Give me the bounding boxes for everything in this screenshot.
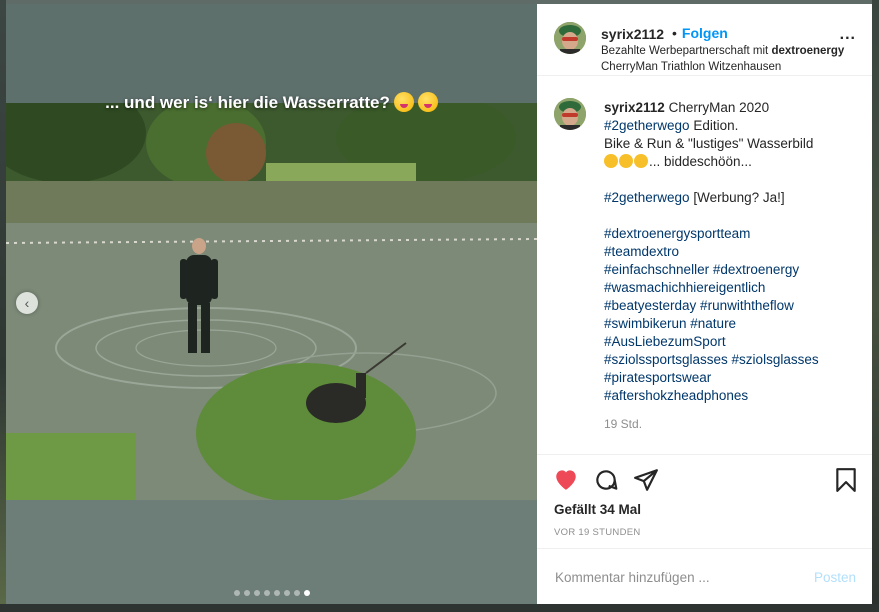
carousel-dot [263, 590, 270, 596]
carousel-dots [6, 583, 537, 601]
hashtag-link[interactable]: #swimbikerun #nature [604, 315, 864, 333]
carousel-dot [253, 590, 260, 596]
tongue-face-emoji-icon [417, 92, 438, 112]
background-bottom [0, 604, 879, 612]
comment-bubble-icon[interactable] [593, 467, 619, 498]
caption-text: [Werbung? Ja!] [689, 190, 785, 205]
zany-face-emoji-icon [393, 92, 414, 112]
caption-text: Edition. [689, 118, 739, 133]
thumbs-up-emoji-icon [634, 154, 648, 168]
add-comment-bar: Posten [537, 548, 872, 605]
caption-username[interactable]: syrix2112 [604, 100, 665, 115]
caption-line-6: #2getherwego [Werbung? Ja!] [604, 189, 864, 207]
caption-timestamp: 19 Std. [604, 417, 643, 431]
hashtag-link[interactable]: #beatyesterday #runwiththeflow [604, 297, 864, 315]
avatar-image [554, 98, 586, 130]
hashtag-link[interactable]: #dextroenergysportteam [604, 225, 864, 243]
carousel-dot [293, 590, 300, 596]
comment-input[interactable] [553, 569, 797, 586]
image-overlay-text: ... und wer is‘ hier die Wasserratte? [6, 92, 537, 113]
caption-line-3: Bike & Run & "lustiges" Wasserbild [604, 136, 814, 151]
hashtag-link[interactable]: #aftershokzheadphones [604, 387, 864, 405]
like-heart-icon[interactable] [553, 467, 579, 496]
post-header: syrix2112 • Folgen Bezahlte Werbepartners… [537, 4, 872, 76]
follow-button[interactable]: • Folgen [672, 25, 728, 41]
post-media: ... und wer is‘ hier die Wasserratte? ‹ [6, 4, 537, 604]
caption-line-1: syrix2112 CherryMan 2020 [604, 99, 864, 117]
hashtag-link[interactable]: #2getherwego [604, 190, 690, 205]
background-right [872, 0, 879, 612]
caption-avatar[interactable] [554, 98, 586, 130]
paid-partnership-prefix: Bezahlte Werbepartnerschaft mit [601, 45, 772, 57]
hashtag-link[interactable]: #einfachschneller #dextroenergy [604, 261, 864, 279]
hashtag-link[interactable]: #piratesportswear [604, 369, 864, 387]
avatar-image [554, 22, 586, 54]
post-photo [6, 103, 537, 500]
partner-link[interactable]: dextroenergy [771, 45, 844, 57]
overlay-caption: ... und wer is‘ hier die Wasserratte? [105, 93, 390, 112]
post-caption: syrix2112 CherryMan 2020 #2getherwego Ed… [604, 99, 864, 433]
paid-partnership-label: Bezahlte Werbepartnerschaft mit dextroen… [601, 45, 859, 57]
previous-image-button[interactable]: ‹ [16, 292, 38, 314]
avatar[interactable] [554, 22, 586, 54]
post-actions: Gefällt 34 Mal VOR 19 STUNDEN [537, 454, 872, 548]
photo-scene [6, 103, 537, 500]
hashtag-link[interactable]: #2getherwego [604, 118, 690, 133]
carousel-dot [243, 590, 250, 596]
post-side-panel: syrix2112 • Folgen Bezahlte Werbepartners… [537, 4, 872, 604]
follow-label: Folgen [681, 25, 728, 41]
post-comment-button[interactable]: Posten [814, 570, 856, 585]
carousel-dot-active [303, 590, 310, 596]
separator-dot: • [672, 25, 677, 41]
post-age: VOR 19 STUNDEN [554, 527, 641, 538]
caption-line-2: #2getherwego Edition. [604, 117, 864, 135]
carousel-dot [233, 590, 240, 596]
tongue-emoji-icon [604, 154, 618, 168]
hashtag-link[interactable]: #sziolssportsglasses #sziolsglasses [604, 351, 864, 369]
caption-text: ... biddeschöön... [649, 154, 752, 169]
carousel-dot [283, 590, 290, 596]
carousel-dot [273, 590, 280, 596]
laughing-emoji-icon [619, 154, 633, 168]
caption-text: CherryMan 2020 [664, 100, 770, 115]
more-options-icon[interactable]: ... [840, 26, 856, 44]
post-location[interactable]: CherryMan Triathlon Witzenhausen [601, 61, 781, 73]
hashtag-link[interactable]: #wasmachichhiereigentlich [604, 279, 864, 297]
hashtag-link[interactable]: #teamdextro [604, 243, 864, 261]
bookmark-save-icon[interactable] [834, 467, 858, 498]
post-author-username[interactable]: syrix2112 [601, 26, 664, 42]
caption-area: syrix2112 CherryMan 2020 #2getherwego Ed… [537, 76, 872, 454]
share-send-icon[interactable] [633, 467, 659, 498]
media-top-band [6, 4, 537, 103]
likes-count[interactable]: Gefällt 34 Mal [554, 502, 641, 517]
caption-line-4: ... biddeschöön... [604, 153, 864, 171]
hashtag-link[interactable]: #AusLiebezumSport [604, 333, 864, 351]
